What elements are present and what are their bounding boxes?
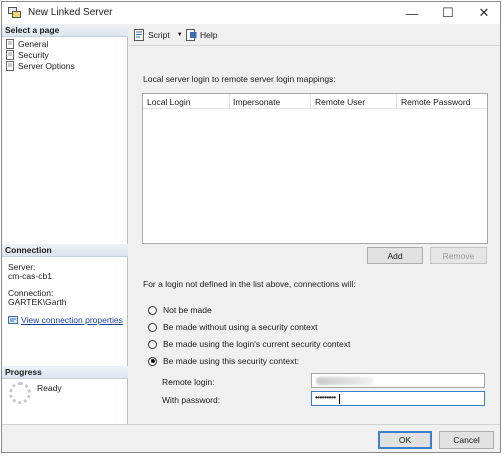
radio-label: Be made without using a security context bbox=[163, 322, 318, 332]
view-connection-properties[interactable]: View connection properties bbox=[8, 314, 123, 325]
radio-label: Be made using this security context: bbox=[163, 356, 300, 366]
page-item-general[interactable]: General bbox=[5, 38, 48, 49]
page-icon bbox=[6, 60, 14, 71]
close-button[interactable]: ✕ bbox=[466, 2, 500, 24]
script-dropdown-arrow[interactable]: ▼ bbox=[177, 32, 183, 38]
column-separator bbox=[229, 94, 230, 109]
radio-label: Not be made bbox=[163, 305, 212, 315]
remote-login-label: Remote login: bbox=[162, 377, 215, 387]
radio-button-selected[interactable] bbox=[148, 356, 157, 366]
remove-button[interactable]: Remove bbox=[430, 247, 487, 264]
maximize-button[interactable]: ☐ bbox=[430, 2, 466, 24]
page-item-label: Security bbox=[18, 49, 49, 60]
radio-not-be-made[interactable]: Not be made bbox=[148, 305, 212, 315]
text-caret bbox=[339, 394, 340, 404]
unmapped-logins-caption: For a login not defined in the list abov… bbox=[143, 279, 356, 289]
redacted-remote-login bbox=[316, 377, 374, 385]
page-icon bbox=[6, 49, 14, 60]
dialog-footer: OK Cancel bbox=[2, 424, 500, 452]
radio-button[interactable] bbox=[148, 305, 157, 315]
connection-heading: Connection bbox=[2, 244, 128, 257]
radio-button[interactable] bbox=[148, 339, 157, 349]
radio-this-security-context[interactable]: Be made using this security context: bbox=[148, 356, 299, 366]
minimize-button[interactable]: — bbox=[394, 2, 430, 24]
password-label: With password: bbox=[162, 395, 221, 405]
help-label: Help bbox=[200, 30, 218, 40]
left-pane: Select a page General Security Server Op… bbox=[2, 24, 128, 424]
new-linked-server-dialog: New Linked Server — ☐ ✕ Select a page Ge… bbox=[1, 1, 501, 453]
column-separator bbox=[396, 94, 397, 109]
server-value: cm-cas-cb1 bbox=[8, 271, 52, 281]
help-icon bbox=[186, 29, 197, 41]
page-item-label: General bbox=[18, 38, 49, 49]
toolbar: Script ▼ Help bbox=[129, 24, 500, 46]
radio-without-security-context[interactable]: Be made without using a security context bbox=[148, 322, 318, 332]
connection-value: GARTEK\Garth bbox=[8, 297, 67, 307]
page-item-server-options[interactable]: Server Options bbox=[5, 60, 75, 71]
help-button[interactable]: Help bbox=[186, 29, 217, 41]
password-input[interactable]: ••••••••• bbox=[311, 391, 485, 406]
add-button[interactable]: Add bbox=[367, 247, 423, 264]
column-separator bbox=[310, 94, 311, 109]
page-item-security[interactable]: Security bbox=[5, 49, 49, 60]
column-local-login[interactable]: Local Login bbox=[147, 97, 190, 107]
remote-login-input[interactable] bbox=[311, 373, 485, 388]
radio-button[interactable] bbox=[148, 322, 157, 332]
view-connection-properties-link[interactable]: View connection properties bbox=[21, 315, 123, 325]
security-page: Script ▼ Help Local server login to remo… bbox=[129, 24, 500, 424]
column-impersonate[interactable]: Impersonate bbox=[233, 97, 280, 107]
page-item-label: Server Options bbox=[18, 60, 75, 71]
column-remote-password[interactable]: Remote Password bbox=[401, 97, 470, 107]
login-mappings-grid[interactable]: Local Login Impersonate Remote User Remo… bbox=[142, 93, 488, 244]
script-icon bbox=[134, 29, 144, 41]
script-label: Script bbox=[148, 30, 170, 40]
progress-spinner-icon bbox=[9, 382, 31, 404]
ok-button[interactable]: OK bbox=[378, 431, 432, 449]
progress-status: Ready bbox=[37, 383, 62, 393]
progress-heading: Progress bbox=[2, 366, 128, 379]
script-button[interactable]: Script ▼ bbox=[134, 29, 183, 41]
title-bar[interactable]: New Linked Server — ☐ ✕ bbox=[2, 2, 500, 24]
column-remote-user[interactable]: Remote User bbox=[315, 97, 365, 107]
radio-current-security-context[interactable]: Be made using the login's current securi… bbox=[148, 339, 350, 349]
select-page-heading: Select a page bbox=[2, 24, 128, 37]
connection-properties-icon bbox=[8, 315, 18, 324]
cancel-button[interactable]: Cancel bbox=[439, 431, 494, 449]
mappings-caption: Local server login to remote server logi… bbox=[143, 74, 336, 84]
radio-label: Be made using the login's current securi… bbox=[163, 339, 351, 349]
grid-header: Local Login Impersonate Remote User Remo… bbox=[143, 94, 487, 109]
password-value: ••••••••• bbox=[315, 393, 336, 402]
linked-server-icon bbox=[8, 7, 21, 18]
page-icon bbox=[6, 38, 14, 49]
window-title: New Linked Server bbox=[28, 7, 113, 18]
